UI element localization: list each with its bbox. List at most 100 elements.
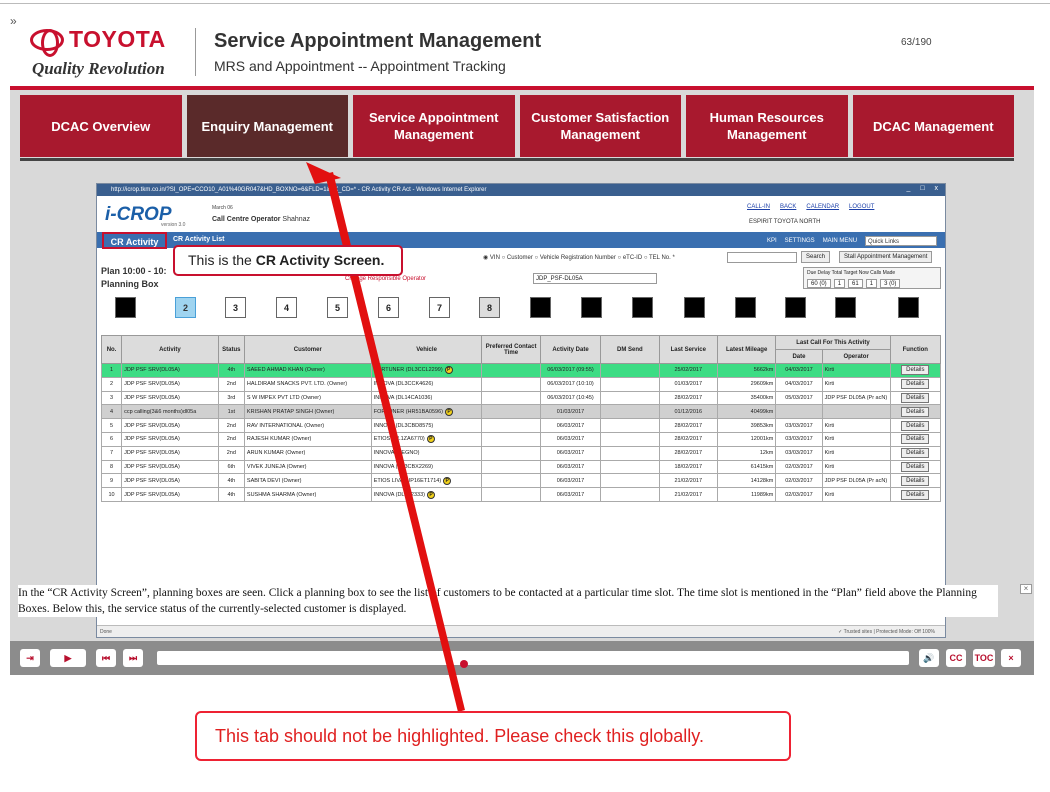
planning-box[interactable]: 5 xyxy=(327,297,348,318)
operator-label: Call Centre Operator xyxy=(212,216,281,223)
nav-dcac-management[interactable]: DCAC Management xyxy=(852,95,1014,157)
priority-badge-icon: P xyxy=(426,490,435,499)
progress-track[interactable] xyxy=(157,651,909,665)
table-row[interactable]: 10 JDP PSF SRV(DL05A) 4th SUSHMA SHARMA (Ow… xyxy=(100,487,942,502)
close-icon[interactable]: × xyxy=(1001,649,1021,667)
kpi-link[interactable]: KPI xyxy=(767,238,777,244)
plan-time: Plan 10:00 - 10: xyxy=(101,266,167,276)
planning-box[interactable] xyxy=(785,297,806,318)
cell-adate: 06/03/2017 xyxy=(539,431,602,447)
call-stats: Due Delay Total Target Now Calls Made 60… xyxy=(803,267,941,289)
planning-box[interactable] xyxy=(735,297,756,318)
window-controls[interactable]: _ □ x xyxy=(906,185,942,192)
col-last-service: Last Service xyxy=(658,335,718,364)
cell-vehicle: INNOVA (DL14CA1036) xyxy=(370,390,483,406)
cr-activity-callout: This is the CR Activity Screen. xyxy=(173,245,403,276)
cell-last: 28/02/2017 xyxy=(658,390,718,406)
operator-name: Shahnaz xyxy=(282,216,311,223)
planning-box[interactable] xyxy=(115,297,136,318)
table-row[interactable]: 5 JDP PSF SRV(DL05A) 2nd RAV INTERNATIONAL … xyxy=(100,418,942,433)
toc-button[interactable]: TOC xyxy=(973,649,995,667)
planning-box[interactable]: 3 xyxy=(225,297,246,318)
logout-link[interactable]: LOGOUT xyxy=(849,204,874,210)
nav-service-appointment-management[interactable]: Service Appointment Management xyxy=(353,95,515,157)
cell-op xyxy=(821,404,891,420)
calendar-link[interactable]: CALENDAR xyxy=(806,204,839,210)
cc-button[interactable]: CC xyxy=(946,649,966,667)
table-row[interactable]: 4 ccp calling(3&6 months)dl05a 1st KRISHAN … xyxy=(100,404,942,420)
current-date: March 06 xyxy=(212,205,233,211)
cell-no: 6 xyxy=(100,431,123,447)
nav-human-resources-management[interactable]: Human Resources Management xyxy=(686,95,848,157)
cell-no: 10 xyxy=(100,487,123,502)
next-icon[interactable]: ⏭ xyxy=(123,649,143,667)
table-row[interactable]: 2 JDP PSF SRV(DL05A) 2nd HALDIRAM SNACKS PV… xyxy=(100,376,942,392)
cell-cdate: 03/03/2017 xyxy=(775,431,823,447)
search-input[interactable] xyxy=(727,252,797,263)
cell-customer: KRISHAN PRATAP SINGH (Owner) xyxy=(243,404,372,420)
stall-appointment-button[interactable]: Stall Appointment Management xyxy=(839,251,933,263)
nav-dcac-overview[interactable]: DCAC Overview xyxy=(20,95,182,157)
back-link[interactable]: BACK xyxy=(780,204,796,210)
table-row[interactable]: 7 JDP PSF SRV(DL05A) 2nd ARUN KUMAR (Owner)… xyxy=(100,445,942,461)
cell-mileage: 14128km xyxy=(716,473,777,489)
details-button[interactable]: Details xyxy=(901,489,930,500)
planning-box[interactable]: 4 xyxy=(276,297,297,318)
table-row[interactable]: 9 JDP PSF SRV(DL05A) 4th SABITA DEVI (Owner… xyxy=(100,473,942,489)
tab-cr-activity[interactable]: CR Activity xyxy=(102,232,167,249)
previous-icon[interactable]: ⏮ xyxy=(96,649,116,667)
table-row[interactable]: 8 JDP PSF SRV(DL05A) 6th VIVEK JUNEJA (Owne… xyxy=(100,459,942,475)
planning-box[interactable] xyxy=(835,297,856,318)
details-button[interactable]: Details xyxy=(901,392,930,403)
details-button[interactable]: Details xyxy=(901,448,930,459)
planning-box[interactable]: 7 xyxy=(429,297,450,318)
cell-adate: 06/03/2017 (10:45) xyxy=(539,390,602,406)
planning-box[interactable] xyxy=(581,297,602,318)
details-button[interactable]: Details xyxy=(901,434,930,445)
caption-close-icon[interactable]: × xyxy=(1020,584,1032,594)
cell-adate: 06/03/2017 xyxy=(539,418,602,433)
cell-no: 5 xyxy=(100,418,123,433)
status-zone: ✓ Trusted sites | Protected Mode: Off 10… xyxy=(838,629,935,635)
cell-activity: JDP PSF SRV(DL05A) xyxy=(121,363,219,378)
col-last-call: Last Call For This Activity xyxy=(775,335,891,350)
details-button[interactable]: Details xyxy=(901,406,930,417)
table-row[interactable]: 3 JDP PSF SRV(DL05A) 3rd S W IMPEX PVT LTD … xyxy=(100,390,942,406)
planning-box[interactable] xyxy=(530,297,551,318)
table-row[interactable]: 1 JDP PSF SRV(DL05A) 4th SAEED AHMAD KHAN (… xyxy=(100,363,942,378)
tab-cr-activity-list[interactable]: CR Activity List xyxy=(173,236,224,243)
volume-icon[interactable]: 🔊 xyxy=(919,649,939,667)
psf-select[interactable]: JDP_PSF-DL05A xyxy=(533,273,657,284)
planning-box[interactable] xyxy=(684,297,705,318)
details-button[interactable]: Details xyxy=(901,461,930,472)
cell-function: Details xyxy=(889,487,942,502)
nav-customer-satisfaction-management[interactable]: Customer Satisfaction Management xyxy=(519,95,681,157)
play-button[interactable]: ▶ xyxy=(50,649,86,667)
main-menu-link[interactable]: MAIN MENU xyxy=(823,238,857,244)
details-button[interactable]: Details xyxy=(901,379,930,390)
planning-box[interactable]: 2 xyxy=(175,297,196,318)
cell-dm xyxy=(600,487,660,502)
quick-links-select[interactable]: Quick Links xyxy=(865,236,938,246)
search-button[interactable]: Search xyxy=(801,251,831,263)
planning-box[interactable]: 8 xyxy=(479,297,500,318)
nav-enquiry-management[interactable]: Enquiry Management xyxy=(186,95,348,157)
expand-icon[interactable]: » xyxy=(10,14,17,28)
call-in-link[interactable]: CALL-IN xyxy=(747,204,770,210)
details-button[interactable]: Details xyxy=(901,420,930,431)
vehicle-text: ETIOS (DL1ZA6770) xyxy=(373,436,425,443)
change-operator-link[interactable]: Change Responsible Operator xyxy=(345,276,426,282)
settings-link[interactable]: SETTINGS xyxy=(785,238,815,244)
exit-icon[interactable]: ⇥ xyxy=(20,649,40,667)
top-divider xyxy=(0,3,1050,4)
planning-box[interactable]: 6 xyxy=(378,297,399,318)
stat-total: 61 xyxy=(848,279,863,288)
table-row[interactable]: 6 JDP PSF SRV(DL05A) 2nd RAJESH KUMAR (Owne… xyxy=(100,431,942,447)
cell-cdate: 04/03/2017 xyxy=(775,376,823,392)
details-button[interactable]: Details xyxy=(901,475,930,486)
planning-box[interactable] xyxy=(898,297,919,318)
details-button[interactable]: Details xyxy=(901,365,930,376)
search-type-radios[interactable]: ◉ VIN ○ Customer ○ Vehicle Registration … xyxy=(483,254,675,261)
cell-adate: 06/03/2017 xyxy=(539,487,602,502)
planning-box[interactable] xyxy=(632,297,653,318)
